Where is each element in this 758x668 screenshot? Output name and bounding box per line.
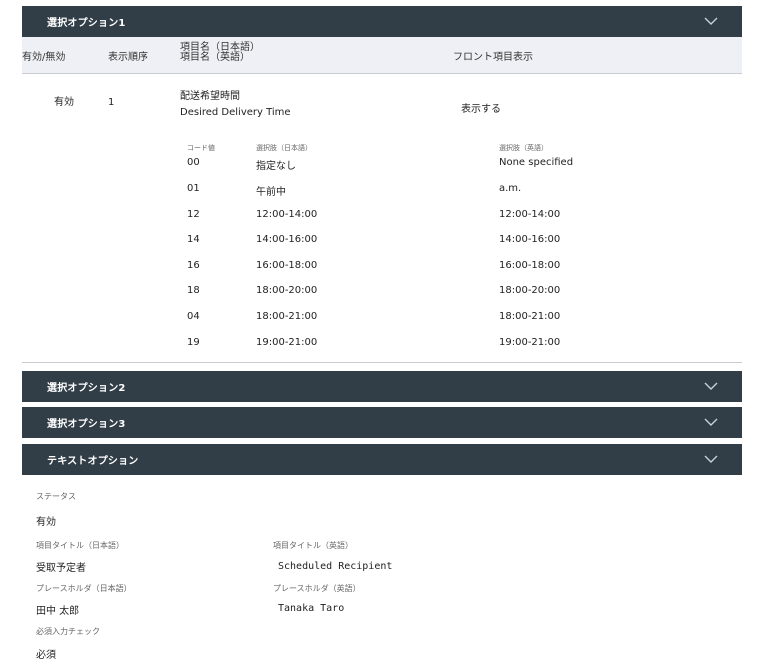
choice-code: 01 [187,183,200,194]
chevron-down-icon[interactable] [704,416,718,428]
choice-ja: 19:00-21:00 [256,337,318,348]
title-ja-value: 受取予定者 [36,563,86,574]
header-order: 表示順序 [108,52,148,63]
header-front-display: フロント項目表示 [453,52,533,63]
choice-en: 14:00-16:00 [499,234,561,245]
row-name-en: Desired Delivery Time [180,107,291,118]
chevron-down-icon[interactable] [704,453,718,465]
choice-header-en: 選択肢（英語） [499,144,548,152]
row-enabled: 有効 [54,97,74,108]
choice-header-ja: 選択肢（日本語） [256,144,312,152]
title-en-value: Scheduled Recipient [278,561,393,572]
choice-code: 14 [187,234,200,245]
placeholder-ja-value: 田中 太郎 [36,606,80,617]
placeholder-ja-label: プレースホルダ（日本語） [36,584,132,593]
option2-panel-header[interactable]: 選択オプション2 [22,371,742,402]
text-option-title: テキストオプション [47,456,139,467]
option1-bottom-divider [22,362,742,363]
choice-code: 18 [187,285,200,296]
title-en-label: 項目タイトル（英語） [273,541,353,550]
header-enabled: 有効/無効 [22,52,66,63]
choice-en: 18:00-21:00 [499,311,561,322]
option3-panel-header[interactable]: 選択オプション3 [22,407,742,438]
header-name-ja: 項目名（日本語） [180,42,260,53]
option1-title: 選択オプション1 [47,18,126,29]
choice-code: 12 [187,209,200,220]
option1-panel-header[interactable]: 選択オプション1 [22,6,742,37]
choice-en: 16:00-18:00 [499,260,561,271]
choice-en: 19:00-21:00 [499,337,561,348]
row-name-ja: 配送希望時間 [180,91,240,102]
choice-code: 00 [187,157,200,168]
choice-ja: 16:00-18:00 [256,260,318,271]
option2-title: 選択オプション2 [47,383,126,394]
chevron-down-icon[interactable] [704,15,718,27]
choice-en: 12:00-14:00 [499,209,561,220]
choice-ja: 14:00-16:00 [256,234,318,245]
required-value: 必須 [36,650,56,661]
choice-ja: 午前中 [256,187,286,198]
choice-ja: 18:00-20:00 [256,285,318,296]
required-label: 必須入力チェック [36,627,100,636]
choice-ja: 指定なし [256,161,296,172]
choice-en: 18:00-20:00 [499,285,561,296]
choice-ja: 18:00-21:00 [256,311,318,322]
choice-header-code: コード値 [187,144,215,152]
choice-en: None specified [499,157,574,168]
choice-ja: 12:00-14:00 [256,209,318,220]
text-option-panel-header[interactable]: テキストオプション [22,444,742,475]
choice-en: a.m. [499,183,522,194]
row-front-display: 表示する [461,104,501,115]
status-label: ステータス [36,492,76,501]
option3-title: 選択オプション3 [47,419,126,430]
header-name-en: 項目名（英語） [180,52,250,63]
choice-code: 16 [187,260,200,271]
chevron-down-icon[interactable] [704,380,718,392]
placeholder-en-value: Tanaka Taro [278,603,345,614]
row-order: 1 [108,97,115,108]
status-value: 有効 [36,517,56,528]
placeholder-en-label: プレースホルダ（英語） [273,584,361,593]
title-ja-label: 項目タイトル（日本語） [36,541,124,550]
choice-code: 19 [187,337,200,348]
choice-code: 04 [187,311,200,322]
